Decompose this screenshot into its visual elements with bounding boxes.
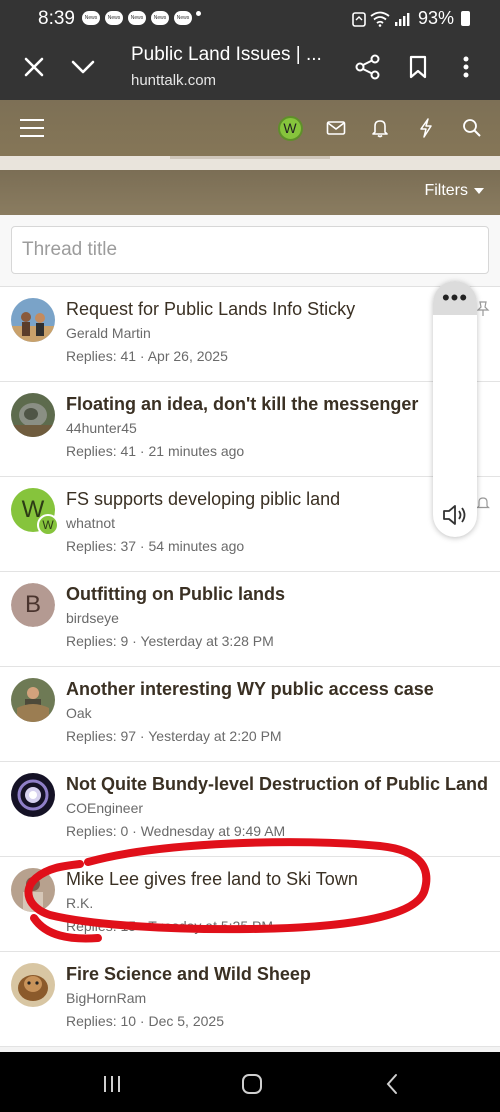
bell-icon[interactable]	[366, 114, 394, 142]
thread-meta: Replies: 41 · Apr 26, 2025	[66, 348, 228, 364]
sync-icon	[352, 11, 366, 27]
more-vertical-icon[interactable]	[451, 52, 481, 82]
close-icon[interactable]	[19, 52, 49, 82]
inbox-icon[interactable]	[322, 114, 350, 142]
thread-meta: Replies: 0 · Wednesday at 9:49 AM	[66, 823, 286, 839]
thread-title[interactable]: Outfitting on Public lands	[66, 584, 285, 605]
thread-author[interactable]: Oak	[66, 705, 92, 721]
thread-title-input[interactable]	[11, 226, 489, 274]
filters-label: Filters	[424, 182, 468, 199]
user-avatar[interactable]: W	[276, 114, 304, 142]
battery-icon	[461, 11, 471, 26]
avatar[interactable]: W W	[11, 488, 59, 536]
thread-row[interactable]: Mike Lee gives free land to Ski Town R.K…	[0, 857, 500, 952]
status-time: 8:39	[38, 8, 75, 29]
page-tabs-strip	[0, 156, 500, 170]
thread-author[interactable]: 44hunter45	[66, 420, 137, 436]
hamburger-menu-icon[interactable]	[18, 114, 46, 142]
share-icon[interactable]	[353, 52, 383, 82]
thread-row[interactable]: B Outfitting on Public lands birdseye Re…	[0, 572, 500, 667]
thread-row[interactable]: Floating an idea, don't kill the messeng…	[0, 382, 500, 477]
thread-search-area	[0, 215, 500, 287]
more-notifications-dot-icon	[196, 11, 201, 16]
thread-meta: Replies: 37 · 54 minutes ago	[66, 538, 245, 554]
thread-meta: Replies: 97 · Yesterday at 2:20 PM	[66, 728, 282, 744]
page-title: Public Land Issues | ...	[131, 44, 322, 65]
thread-row[interactable]: Fire Science and Wild Sheep BigHornRam R…	[0, 952, 500, 1047]
thread-row[interactable]: W W FS supports developing piblic land w…	[0, 477, 500, 572]
thread-meta: Replies: 41 · 21 minutes ago	[66, 443, 245, 459]
avatar[interactable]	[11, 963, 55, 1007]
user-avatar-initial: W	[277, 115, 303, 141]
avatar[interactable]	[11, 678, 55, 722]
caret-down-icon	[474, 188, 484, 194]
chevron-down-icon[interactable]	[68, 52, 98, 82]
thread-title[interactable]: Mike Lee gives free land to Ski Town	[66, 869, 358, 890]
watch-bell-icon	[476, 495, 490, 516]
thread-list: Request for Public Lands Info Sticky Ger…	[0, 287, 500, 1047]
thread-row[interactable]: Request for Public Lands Info Sticky Ger…	[0, 287, 500, 382]
system-navigation-bar	[0, 1052, 500, 1112]
thread-meta: Replies: 10 · Dec 5, 2025	[66, 1013, 224, 1029]
tab-stub	[170, 156, 330, 159]
avatar[interactable]	[11, 393, 55, 437]
site-navigation: W	[0, 100, 500, 156]
recent-apps-icon[interactable]	[98, 1070, 126, 1098]
thread-author[interactable]: birdseye	[66, 610, 119, 626]
avatar-initial: B	[11, 583, 55, 627]
lightning-icon[interactable]	[412, 114, 440, 142]
thread-author[interactable]: BigHornRam	[66, 990, 146, 1006]
avatar[interactable]	[11, 773, 55, 817]
thread-title[interactable]: Another interesting WY public access cas…	[66, 679, 434, 700]
thread-author[interactable]: COEngineer	[66, 800, 143, 816]
thread-author[interactable]: Gerald Martin	[66, 325, 151, 341]
thread-meta: Replies: 15 · Tuesday at 5:25 PM	[66, 918, 273, 934]
avatar[interactable]: B	[11, 583, 55, 627]
avatar-badge: W	[37, 514, 59, 536]
news-notification-icon: News	[105, 11, 123, 25]
notification-icons: News News News News News	[82, 11, 192, 25]
thread-row[interactable]: Not Quite Bundy-level Destruction of Pub…	[0, 762, 500, 857]
avatar[interactable]	[11, 298, 55, 342]
search-icon[interactable]	[458, 114, 486, 142]
floating-tools-panel: •••	[433, 281, 477, 537]
news-notification-icon: News	[151, 11, 169, 25]
pin-icon	[476, 301, 490, 322]
wifi-icon	[370, 11, 390, 27]
thread-title[interactable]: Fire Science and Wild Sheep	[66, 964, 311, 985]
news-notification-icon: News	[128, 11, 146, 25]
back-icon[interactable]	[378, 1070, 406, 1098]
browser-toolbar: Public Land Issues | ... hunttalk.com	[0, 36, 500, 100]
avatar[interactable]	[11, 868, 55, 912]
thread-title[interactable]: FS supports developing piblic land	[66, 489, 340, 510]
filter-bar: Filters	[0, 170, 500, 215]
speaker-icon[interactable]	[441, 503, 469, 532]
signal-icon	[395, 12, 410, 26]
bookmark-icon[interactable]	[403, 52, 433, 82]
thread-title[interactable]: Not Quite Bundy-level Destruction of Pub…	[66, 774, 488, 795]
system-icons: 93%	[352, 8, 471, 29]
thread-author[interactable]: R.K.	[66, 895, 93, 911]
thread-title[interactable]: Request for Public Lands Info Sticky	[66, 299, 355, 320]
status-bar: 8:39 News News News News News 93%	[0, 0, 500, 36]
news-notification-icon: News	[174, 11, 192, 25]
home-icon[interactable]	[238, 1070, 266, 1098]
thread-row[interactable]: Another interesting WY public access cas…	[0, 667, 500, 762]
page-url: hunttalk.com	[131, 72, 217, 89]
thread-author[interactable]: whatnot	[66, 515, 115, 531]
thread-title[interactable]: Floating an idea, don't kill the messeng…	[66, 394, 418, 415]
news-notification-icon: News	[82, 11, 100, 25]
battery-percent: 93%	[418, 8, 455, 28]
thread-meta: Replies: 9 · Yesterday at 3:28 PM	[66, 633, 274, 649]
filters-button[interactable]: Filters	[424, 182, 484, 200]
